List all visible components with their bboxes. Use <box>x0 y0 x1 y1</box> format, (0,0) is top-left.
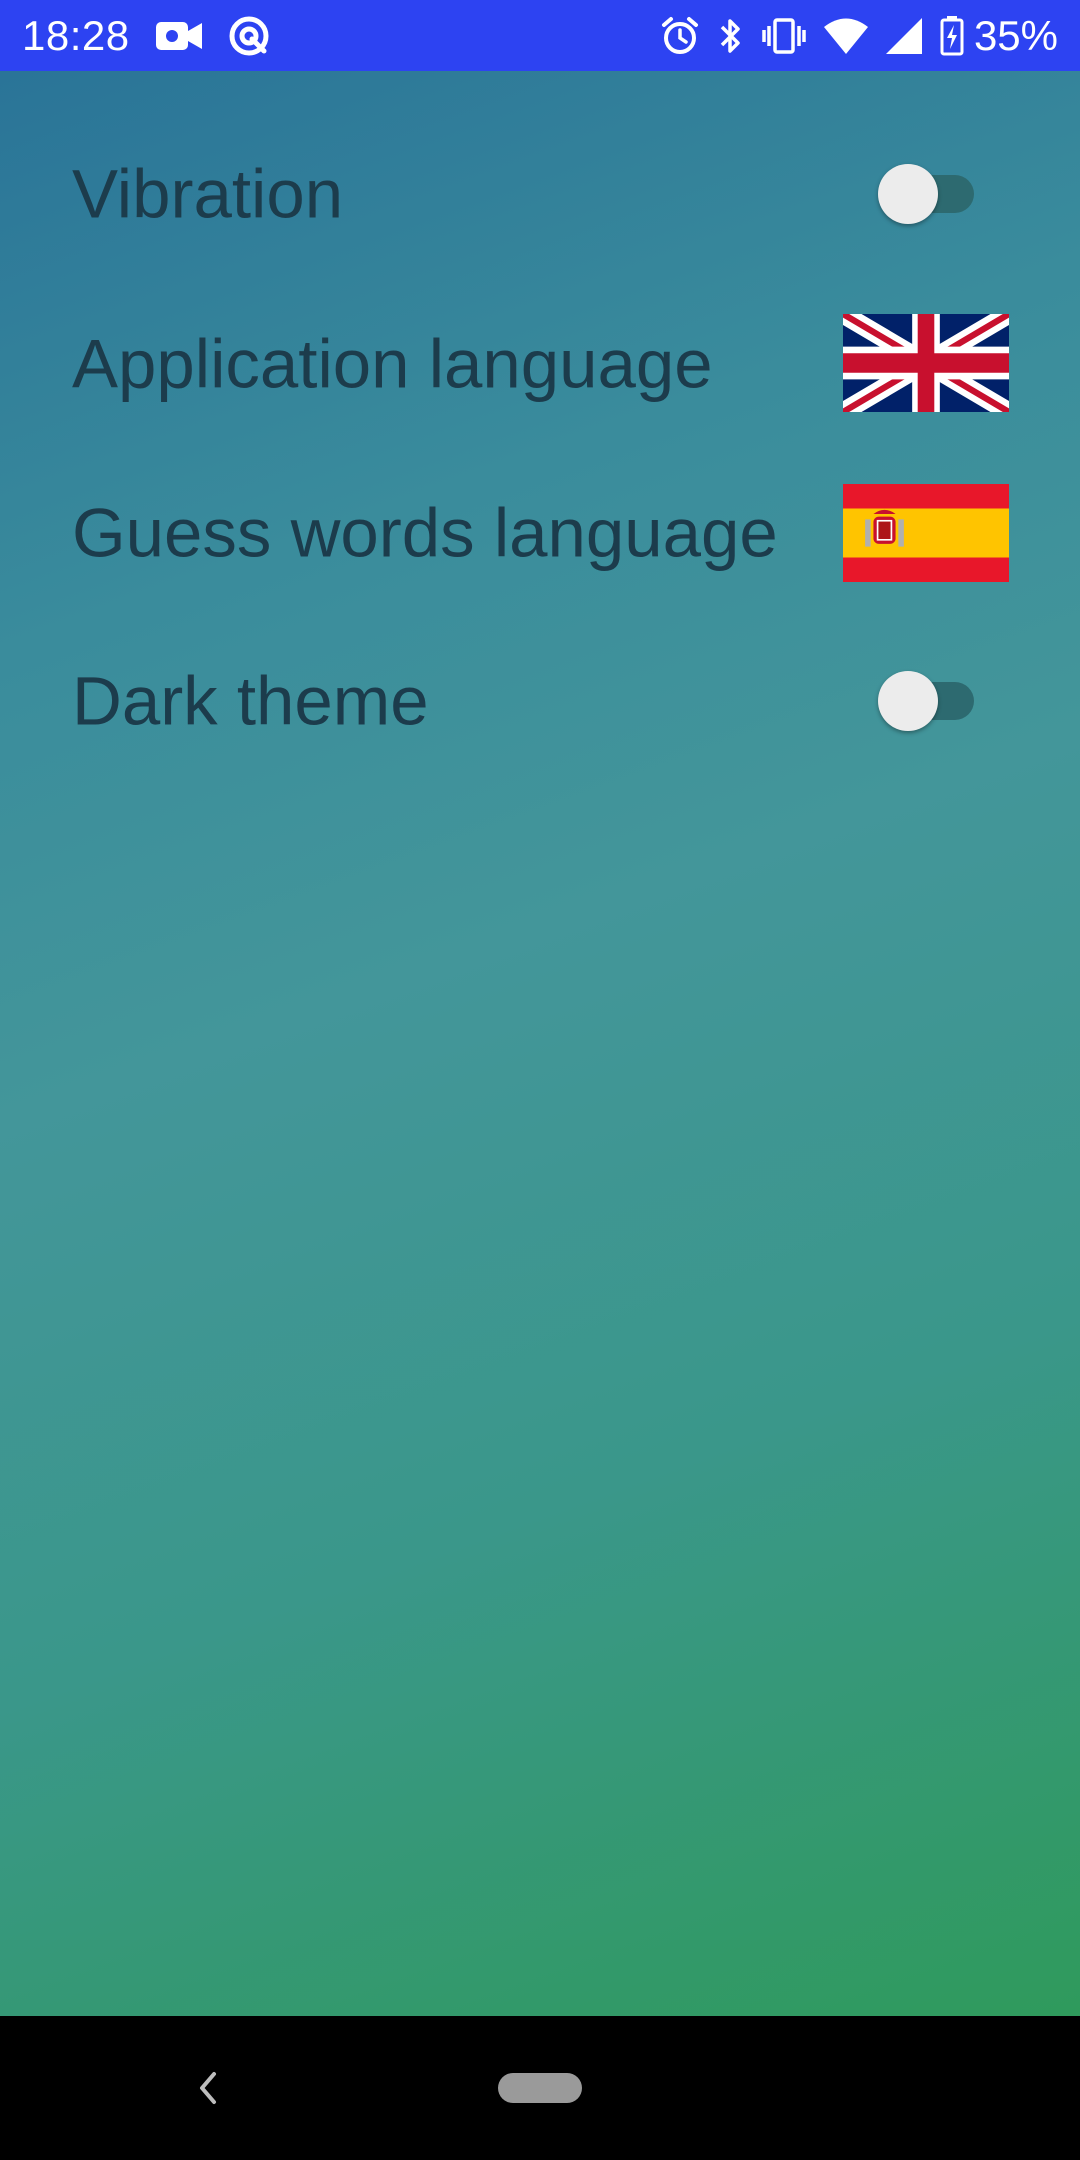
vibration-toggle-thumb <box>878 164 938 224</box>
dark-theme-label: Dark theme <box>72 662 429 740</box>
wifi-icon <box>823 18 868 54</box>
vibration-label: Vibration <box>72 155 344 233</box>
setting-row-guess-language: Guess words language <box>0 473 1080 593</box>
setting-row-app-language: Application language <box>0 304 1080 424</box>
data-saver-icon <box>228 15 270 57</box>
vibrate-icon <box>762 16 806 56</box>
settings-screen: Vibration Application language Guess wor… <box>0 71 1080 2016</box>
back-icon[interactable] <box>190 2064 226 2112</box>
alarm-icon <box>660 16 700 56</box>
home-pill-icon[interactable] <box>498 2073 582 2103</box>
battery-percentage: 35% <box>973 11 1058 59</box>
guess-language-label: Guess words language <box>72 494 778 572</box>
bluetooth-icon <box>718 16 744 56</box>
vibration-toggle[interactable] <box>878 164 974 224</box>
status-time: 18:28 <box>22 11 130 59</box>
dark-theme-toggle[interactable] <box>878 671 974 731</box>
setting-row-dark-theme: Dark theme <box>0 641 1080 761</box>
uk-flag-icon[interactable] <box>843 314 1009 412</box>
dark-theme-toggle-thumb <box>878 671 938 731</box>
setting-row-vibration: Vibration <box>0 134 1080 254</box>
status-bar: 18:28 35% <box>0 0 1080 71</box>
video-camera-icon <box>155 19 202 53</box>
status-bar-right: 35% <box>642 12 1058 60</box>
app-language-label: Application language <box>72 325 713 403</box>
battery-charging-icon <box>940 15 964 56</box>
status-bar-left: 18:28 <box>22 12 270 60</box>
navigation-bar <box>0 2016 1080 2160</box>
cell-signal-icon <box>885 17 922 54</box>
spain-flag-icon[interactable] <box>843 484 1009 582</box>
